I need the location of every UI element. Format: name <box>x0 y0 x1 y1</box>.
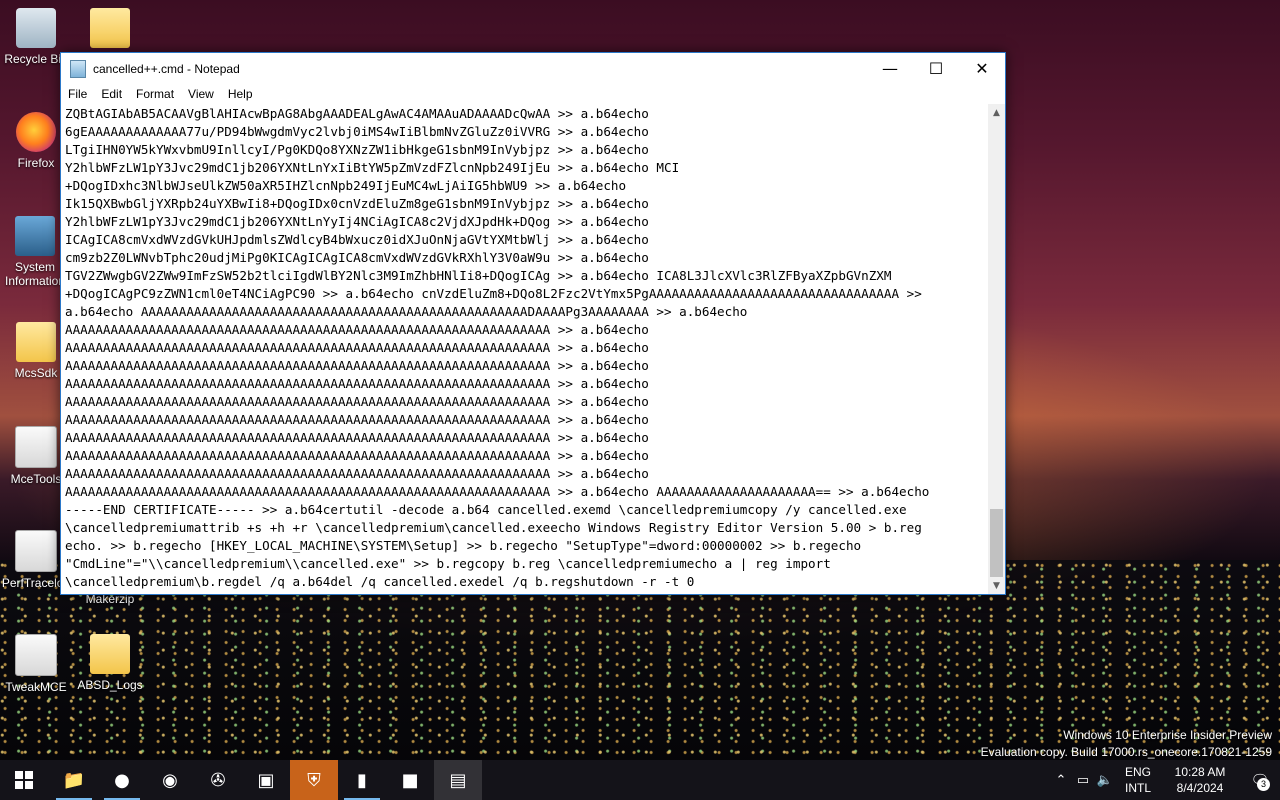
firefox-icon: ● <box>114 769 130 791</box>
start-button[interactable] <box>0 760 48 800</box>
taskbar-app-button[interactable]: ■ <box>386 760 434 800</box>
windows-logo-icon <box>15 771 33 789</box>
notification-count: 3 <box>1257 778 1270 791</box>
document-icon <box>15 530 57 572</box>
shield-icon: ⛨ <box>307 769 321 791</box>
text-line: AAAAAAAAAAAAAAAAAAAAAAAAAAAAAAAAAAAAAAAA… <box>65 340 649 355</box>
menu-view[interactable]: View <box>181 87 221 101</box>
maximize-icon: ☐ <box>928 59 944 78</box>
text-line: AAAAAAAAAAAAAAAAAAAAAAAAAAAAAAAAAAAAAAAA… <box>65 484 930 499</box>
text-line: \cancelledpremium\b.regdel /q a.b64del /… <box>65 574 695 589</box>
volume-icon[interactable]: 🔈 <box>1094 772 1116 788</box>
scroll-thumb[interactable] <box>990 509 1003 577</box>
text-line: TGV2ZWwgbGV2ZWw9ImFzSW52b2tlciIgdWlBY2Nl… <box>65 268 892 283</box>
close-button[interactable]: ✕ <box>959 53 1005 84</box>
menu-edit[interactable]: Edit <box>94 87 129 101</box>
window-title: cancelled++.cmd - Notepad <box>93 61 240 76</box>
folder-icon <box>16 322 56 362</box>
menu-bar: File Edit Format View Help <box>61 84 1005 104</box>
text-line: cm9zb2Z0LWNvbTphc20udjMiPg0KICAgICAgICA8… <box>65 250 649 265</box>
document-icon <box>15 426 57 468</box>
document-desktop-icon[interactable] <box>72 8 148 52</box>
folder-icon <box>90 634 130 674</box>
keyboard-layout: INTL <box>1124 781 1151 795</box>
text-line: AAAAAAAAAAAAAAAAAAAAAAAAAAAAAAAAAAAAAAAA… <box>65 376 649 391</box>
text-line: \cancelledpremiumattrib +s +h +r \cancel… <box>65 520 922 535</box>
taskbar-app-button[interactable]: ▤ <box>434 760 482 800</box>
network-icon[interactable]: ▭ <box>1072 772 1094 788</box>
text-editor-area[interactable]: ZQBtAGIAbAB5ACAAVgBlAHIAcwBpAG8AbgAAADEA… <box>61 104 988 594</box>
language-code: ENG <box>1124 765 1151 779</box>
text-line: AAAAAAAAAAAAAAAAAAAAAAAAAAAAAAAAAAAAAAAA… <box>65 394 649 409</box>
title-bar[interactable]: cancelled++.cmd - Notepad — ☐ ✕ <box>61 53 1005 84</box>
file-explorer-icon: 📁 <box>62 769 86 791</box>
command-prompt-icon: ▮ <box>357 769 367 791</box>
input-language[interactable]: ENG INTL <box>1116 764 1160 796</box>
taskbar-app-button[interactable]: 📁 <box>50 760 98 800</box>
text-line: LTgiIHN0YW5kYWxvbmU9InllcyI/Pg0KDQo8YXNz… <box>65 142 649 157</box>
text-line: AAAAAAAAAAAAAAAAAAAAAAAAAAAAAAAAAAAAAAAA… <box>65 358 649 373</box>
clock[interactable]: 10:28 AM 8/4/2024 <box>1160 764 1240 796</box>
text-line: +DQogIDxhc3NlbWJseUlkZW50aXR5IHZlcnNpb24… <box>65 178 627 193</box>
chevron-up-icon[interactable]: ⌃ <box>1050 772 1072 788</box>
action-center-button[interactable]: 🗨 3 <box>1240 771 1280 791</box>
taskbar-app-button[interactable]: ◉ <box>146 760 194 800</box>
system-information-icon <box>15 216 55 256</box>
watermark-build: Evaluation copy. Build 17000.rs_onecore.… <box>980 745 1272 759</box>
text-line: Ik15QXBwbGljYXRpb24uYXBwIi8+DQogIDx0cnVz… <box>65 196 649 211</box>
taskbar-app-button[interactable]: ● <box>98 760 146 800</box>
notepad-window[interactable]: cancelled++.cmd - Notepad — ☐ ✕ File Edi… <box>60 52 1006 595</box>
vertical-scrollbar[interactable]: ▲ ▼ <box>988 104 1005 594</box>
notepad-icon <box>70 59 86 78</box>
minimize-button[interactable]: — <box>867 53 913 84</box>
clock-date: 8/4/2024 <box>1176 781 1224 795</box>
scroll-up-icon[interactable]: ▲ <box>988 104 1005 121</box>
menu-format[interactable]: Format <box>129 87 181 101</box>
menu-help[interactable]: Help <box>221 87 260 101</box>
tweakmce-desktop-icon[interactable]: TweakMCE <box>0 634 74 694</box>
close-icon: ✕ <box>975 59 989 78</box>
text-line: a.b64echo AAAAAAAAAAAAAAAAAAAAAAAAAAAAAA… <box>65 304 748 319</box>
text-line: Y2hlbWFzLW1pY3Jvc29mdC1jb206YXNtLnYyIj4N… <box>65 214 649 229</box>
text-line: -----END CERTIFICATE----- >> a.b64certut… <box>65 502 907 517</box>
media-player-icon: ◉ <box>162 769 178 791</box>
text-line: +DQogICAgPC9zZWN1cml0eT4NCiAgPC90 >> a.b… <box>65 286 922 301</box>
text-line: AAAAAAAAAAAAAAAAAAAAAAAAAAAAAAAAAAAAAAAA… <box>65 448 649 463</box>
scroll-down-icon[interactable]: ▼ <box>988 577 1005 594</box>
menu-file[interactable]: File <box>61 87 94 101</box>
maximize-button[interactable]: ☐ <box>913 53 959 84</box>
text-line: ZQBtAGIAbAB5ACAAVgBlAHIAcwBpAG8AbgAAADEA… <box>65 106 649 121</box>
firefox-icon <box>16 112 56 152</box>
minimize-icon: — <box>882 59 898 78</box>
text-line: Y2hlbWFzLW1pY3Jvc29mdC1jb206YXNtLnYxIiBt… <box>65 160 680 175</box>
taskbar-app-button[interactable]: ▮ <box>338 760 386 800</box>
absd-logs-desktop-icon[interactable]: ABSD_Logs <box>72 634 148 692</box>
monitor-app-icon: ▣ <box>257 769 275 791</box>
taskbar: 📁 ● ◉ ✇ ▣ ⛨ ▮ ■ ▤ ⌃ ▭ 🔈 ENG INTL 10:28 AM 8/4/20… <box>0 760 1280 800</box>
document-icon <box>15 634 57 676</box>
desktop-icon-label: TweakMCE <box>5 680 67 694</box>
watermark-edition: Windows 10 Enterprise Insider Preview <box>1063 728 1272 742</box>
taskbar-app-button[interactable]: ⛨ <box>290 760 338 800</box>
text-line: "CmdLine"="\\cancelledpremium\\cancelled… <box>65 556 831 571</box>
text-line: AAAAAAAAAAAAAAAAAAAAAAAAAAAAAAAAAAAAAAAA… <box>65 412 649 427</box>
taskbar-app-button[interactable]: ▣ <box>242 760 290 800</box>
film-reel-icon: ✇ <box>210 769 226 791</box>
system-tray: ⌃ ▭ 🔈 ENG INTL 10:28 AM 8/4/2024 🗨 3 <box>1050 760 1280 800</box>
text-line: AAAAAAAAAAAAAAAAAAAAAAAAAAAAAAAAAAAAAAAA… <box>65 322 649 337</box>
taskbar-apps: 📁 ● ◉ ✇ ▣ ⛨ ▮ ■ ▤ <box>50 760 482 800</box>
text-line: AAAAAAAAAAAAAAAAAAAAAAAAAAAAAAAAAAAAAAAA… <box>65 466 649 481</box>
recycle-bin-icon <box>16 8 56 48</box>
folder-icon <box>90 8 130 48</box>
windows-watermark: Windows 10 Enterprise Insider Preview Ev… <box>981 727 1272 761</box>
clock-time: 10:28 AM <box>1174 765 1226 779</box>
text-line: 6gEAAAAAAAAAAAAA77u/PD94bWwgdmVyc2lvbj0i… <box>65 124 649 139</box>
text-line: ICAgICA8cmVxdWVzdGVkUHJpdmlsZWdlcyB4bWxu… <box>65 232 649 247</box>
text-line: echo. >> b.regecho [HKEY_LOCAL_MACHINE\S… <box>65 538 862 553</box>
desktop-icon-label: ABSD_Logs <box>77 678 143 692</box>
text-line: AAAAAAAAAAAAAAAAAAAAAAAAAAAAAAAAAAAAAAAA… <box>65 430 649 445</box>
minecraft-icon: ■ <box>401 769 419 791</box>
taskbar-app-button[interactable]: ✇ <box>194 760 242 800</box>
notepad-icon: ▤ <box>449 769 467 791</box>
